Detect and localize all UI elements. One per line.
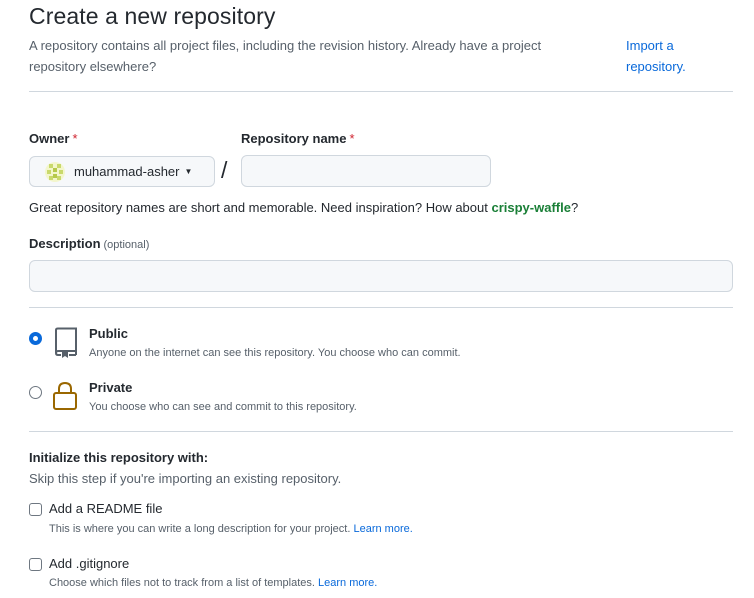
- divider: [29, 307, 733, 308]
- gitignore-checkbox[interactable]: [29, 558, 42, 571]
- avatar: [45, 161, 65, 182]
- repository-name-hint: Great repository names are short and mem…: [29, 200, 579, 215]
- repository-name-required-mark: *: [349, 131, 355, 146]
- caret-down-icon: ▼: [184, 167, 193, 176]
- owner-label: Owner *: [29, 131, 78, 146]
- repository-name-label: Repository name *: [241, 131, 355, 146]
- import-repository-link[interactable]: Import a repository.: [626, 35, 726, 77]
- initialize-section-title: Initialize this repository with:: [29, 450, 209, 465]
- repo-icon: [54, 327, 77, 358]
- readme-label[interactable]: Add a README file: [49, 501, 162, 516]
- public-option-title[interactable]: Public: [89, 326, 128, 341]
- page-description: A repository contains all project files,…: [29, 38, 542, 74]
- lock-icon: [53, 381, 77, 410]
- owner-dropdown[interactable]: muhammad-asher ▼: [29, 156, 215, 187]
- divider: [29, 91, 733, 92]
- readme-checkbox[interactable]: [29, 503, 42, 516]
- description-label: Description (optional): [29, 236, 150, 251]
- readme-description: This is where you can write a long descr…: [49, 523, 413, 535]
- owner-name: muhammad-asher: [74, 164, 180, 179]
- repository-name-input[interactable]: [241, 155, 491, 187]
- initialize-section-subtitle: Skip this step if you're importing an ex…: [29, 471, 342, 486]
- readme-learn-more-link[interactable]: Learn more.: [353, 523, 412, 535]
- owner-name-separator: /: [221, 157, 228, 183]
- divider: [29, 431, 733, 432]
- description-input[interactable]: [29, 260, 733, 292]
- optional-tag: (optional): [103, 239, 150, 251]
- private-option-description: You choose who can see and commit to thi…: [89, 401, 357, 413]
- public-radio[interactable]: [29, 332, 42, 345]
- name-suggestion[interactable]: crispy-waffle: [491, 200, 570, 215]
- private-radio[interactable]: [29, 386, 42, 399]
- page-title: Create a new repository: [29, 3, 276, 29]
- private-option-title[interactable]: Private: [89, 380, 132, 395]
- gitignore-label[interactable]: Add .gitignore: [49, 556, 129, 571]
- owner-required-mark: *: [72, 131, 78, 146]
- gitignore-description: Choose which files not to track from a l…: [49, 577, 378, 589]
- gitignore-learn-more-link[interactable]: Learn more.: [318, 577, 377, 589]
- public-option-description: Anyone on the internet can see this repo…: [89, 347, 461, 359]
